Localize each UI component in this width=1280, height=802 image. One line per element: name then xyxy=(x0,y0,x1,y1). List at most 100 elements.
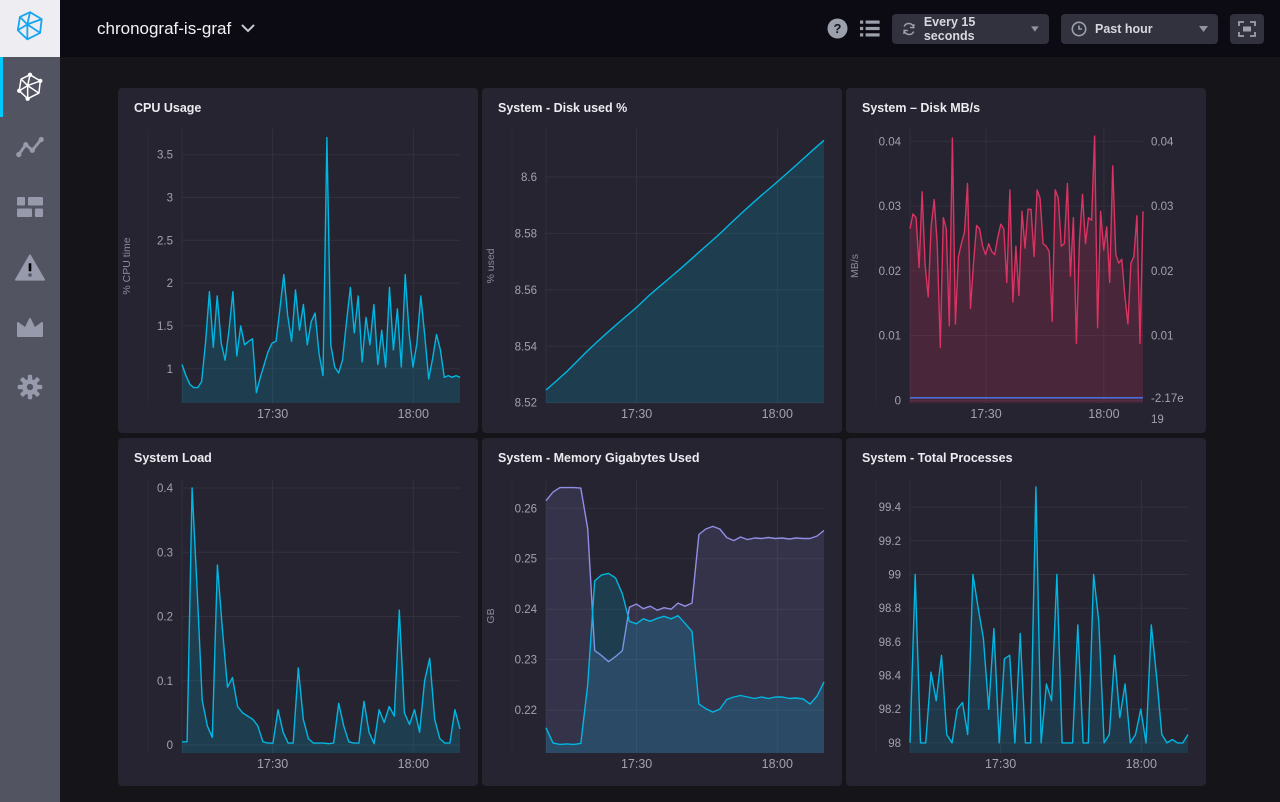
settings-icon xyxy=(16,373,44,401)
svg-text:0: 0 xyxy=(895,395,901,407)
cell-title[interactable]: CPU Usage xyxy=(118,88,478,122)
svg-text:17:30: 17:30 xyxy=(257,407,288,421)
presentation-mode-button[interactable] xyxy=(1230,14,1264,44)
svg-text:1: 1 xyxy=(167,364,173,376)
svg-text:18:00: 18:00 xyxy=(762,407,793,421)
svg-text:17:30: 17:30 xyxy=(621,407,652,421)
svg-text:MB/s: MB/s xyxy=(849,254,861,278)
sidebar-item-alerts[interactable] xyxy=(0,237,60,297)
dashboard-title: chronograf-is-graf xyxy=(97,19,231,39)
legend-list-icon xyxy=(860,20,880,37)
svg-text:8.54: 8.54 xyxy=(515,341,538,353)
sidebar-item-data-explorer[interactable] xyxy=(0,117,60,177)
svg-text:1.5: 1.5 xyxy=(157,321,173,333)
svg-text:0.2: 0.2 xyxy=(157,612,173,624)
top-navbar: chronograf-is-graf ? Ev xyxy=(0,0,1280,57)
chart-canvas-memory-gb[interactable]: 17:30 18:00 0.22 0.23 0.24 0.25 0.26 GB xyxy=(482,472,842,786)
svg-text:0.26: 0.26 xyxy=(515,503,537,515)
svg-text:99.4: 99.4 xyxy=(879,502,902,514)
help-button[interactable]: ? xyxy=(827,18,848,39)
sidebar-item-status[interactable] xyxy=(0,57,60,117)
timerange-dropdown[interactable]: Past hour xyxy=(1061,14,1218,44)
svg-text:98.8: 98.8 xyxy=(879,603,901,615)
cell-title[interactable]: System Load xyxy=(118,438,478,472)
cell-disk-used-pct: System - Disk used % 17:30 18:00 8.52 8.54 8… xyxy=(482,88,842,433)
svg-text:0.01: 0.01 xyxy=(1151,331,1173,343)
svg-text:0.24: 0.24 xyxy=(515,604,538,616)
navbar-actions: ? Every 15 seconds xyxy=(827,14,1264,44)
chart-canvas-total-processes[interactable]: 17:3018:009898.298.498.698.89999.299.4 xyxy=(846,472,1206,786)
dashboard-title-dropdown[interactable]: chronograf-is-graf xyxy=(97,19,255,39)
svg-text:8.52: 8.52 xyxy=(515,398,537,410)
cell-title[interactable]: System - Memory Gigabytes Used xyxy=(482,438,842,472)
svg-text:17:30: 17:30 xyxy=(257,757,288,771)
cell-title[interactable]: System - Total Processes xyxy=(846,438,1206,472)
cell-memory-gb: System - Memory Gigabytes Used 17:30 18:0… xyxy=(482,438,842,786)
chart-canvas-cpu-usage[interactable]: 17:3018:0011.522.533.5% CPU time xyxy=(118,122,478,433)
caret-down-icon xyxy=(1031,26,1039,32)
svg-text:98.6: 98.6 xyxy=(879,637,901,649)
chart-canvas-system-load[interactable]: 17:3018:0000.10.20.30.4 xyxy=(118,472,478,786)
clock-icon xyxy=(1071,21,1087,37)
autorefresh-dropdown[interactable]: Every 15 seconds xyxy=(892,14,1049,44)
chevron-down-icon xyxy=(241,24,255,33)
sidebar-item-settings[interactable] xyxy=(0,357,60,417)
chronograf-logo[interactable] xyxy=(0,0,60,57)
svg-text:98.2: 98.2 xyxy=(879,704,901,716)
svg-text:17:30: 17:30 xyxy=(621,757,652,771)
cell-title[interactable]: System – Disk MB/s xyxy=(846,88,1206,122)
sidebar-item-admin[interactable] xyxy=(0,297,60,357)
svg-text:98: 98 xyxy=(888,738,901,750)
svg-text:0.04: 0.04 xyxy=(1151,136,1174,148)
svg-text:18:00: 18:00 xyxy=(762,757,793,771)
cell-title[interactable]: System - Disk used % xyxy=(482,88,842,122)
svg-text:0.25: 0.25 xyxy=(515,554,537,566)
cell-total-processes: System - Total Processes 17:3018:009898.… xyxy=(846,438,1206,786)
svg-text:3.5: 3.5 xyxy=(157,150,173,162)
svg-text:98.4: 98.4 xyxy=(879,671,902,683)
svg-text:17:30: 17:30 xyxy=(970,407,1001,421)
svg-text:99: 99 xyxy=(888,570,901,582)
svg-text:0.22: 0.22 xyxy=(515,705,537,717)
svg-text:8.6: 8.6 xyxy=(521,172,537,184)
svg-text:0: 0 xyxy=(167,740,173,752)
cell-system-load: System Load 17:3018:0000.10.20.30.4 xyxy=(118,438,478,786)
svg-text:-2.17e: -2.17e xyxy=(1151,393,1184,405)
data-explorer-icon xyxy=(16,135,44,159)
caret-down-icon xyxy=(1199,26,1208,32)
sidebar-item-dashboards[interactable] xyxy=(0,177,60,237)
svg-text:8.56: 8.56 xyxy=(515,285,537,297)
chart-canvas-disk-used-pct[interactable]: 17:30 18:00 8.52 8.54 8.56 8.58 8.6 % used xyxy=(482,122,842,433)
svg-text:18:00: 18:00 xyxy=(1088,407,1119,421)
refresh-icon xyxy=(902,21,916,37)
presentation-mode-icon xyxy=(1238,21,1256,37)
svg-text:19: 19 xyxy=(1151,414,1164,426)
svg-text:8.58: 8.58 xyxy=(515,228,537,240)
legend-toggle-button[interactable] xyxy=(860,20,880,37)
dashboard-grid: CPU Usage 17:3018:0011.522.533.5% CPU ti… xyxy=(60,57,1280,802)
svg-text:0.02: 0.02 xyxy=(879,266,901,278)
help-icon: ? xyxy=(827,18,848,39)
admin-icon xyxy=(16,317,44,337)
svg-text:0.04: 0.04 xyxy=(879,136,902,148)
chart-canvas-disk-mbs[interactable]: 17:30 18:00 0 0.01 0.02 0.03 0.04 0.04 0.03 0.02 0… xyxy=(846,122,1206,433)
svg-text:0.3: 0.3 xyxy=(157,547,173,559)
cell-cpu-usage: CPU Usage 17:3018:0011.522.533.5% CPU ti… xyxy=(118,88,478,433)
svg-text:3: 3 xyxy=(167,193,173,205)
svg-text:0.1: 0.1 xyxy=(157,676,173,688)
svg-text:% CPU time: % CPU time xyxy=(121,237,133,294)
svg-text:0.03: 0.03 xyxy=(879,201,901,213)
svg-text:99.2: 99.2 xyxy=(879,536,901,548)
svg-text:0.01: 0.01 xyxy=(879,331,901,343)
svg-text:18:00: 18:00 xyxy=(1126,757,1157,771)
alerts-icon xyxy=(15,254,45,281)
svg-text:0.23: 0.23 xyxy=(515,655,537,667)
svg-text:0.02: 0.02 xyxy=(1151,266,1173,278)
svg-text:2.5: 2.5 xyxy=(157,235,173,247)
svg-text:0.4: 0.4 xyxy=(157,483,174,495)
chronograf-logo-icon xyxy=(13,9,47,48)
svg-text:% used: % used xyxy=(485,248,497,283)
svg-text:GB: GB xyxy=(485,608,497,623)
svg-text:0.03: 0.03 xyxy=(1151,201,1173,213)
cubo-home-icon xyxy=(15,72,45,102)
